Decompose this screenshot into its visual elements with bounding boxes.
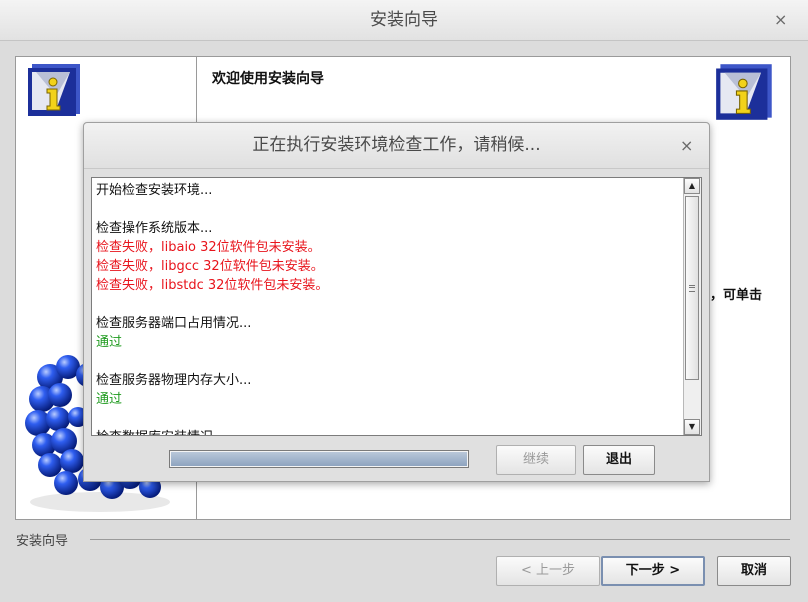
log-line: 检查操作系统版本... (96, 221, 213, 236)
group-divider (90, 539, 790, 540)
progress-fill (171, 452, 467, 466)
scrollbar-thumb[interactable] (685, 196, 699, 380)
info-icon (28, 64, 80, 116)
window-title-bar: 安装向导 × (0, 0, 808, 41)
log-line: 检查数据库安装情况 (96, 428, 681, 435)
log-line: 检查服务器物理内存大小... (96, 373, 252, 388)
log-line: 检查失败，libaio 32位软件包未安装。 (96, 240, 321, 255)
scroll-up-arrow-icon[interactable]: ▲ (684, 178, 700, 194)
log-line: 开始检查安装环境... (96, 183, 213, 198)
previous-button[interactable]: < 上一步 (496, 556, 600, 586)
log-lines: 开始检查安装环境... 检查操作系统版本... 检查失败，libaio 32位软件… (96, 181, 681, 435)
log-line: 通过 (96, 392, 123, 407)
window-close-icon[interactable]: × (774, 10, 787, 29)
check-log-textarea[interactable]: 开始检查安装环境... 检查操作系统版本... 检查失败，libaio 32位软件… (91, 177, 702, 436)
environment-check-dialog: 正在执行安装环境检查工作，请稍候... × 开始检查安装环境... 检查操作系统… (83, 122, 710, 482)
wizard-group-label: 安装向导 (16, 534, 69, 549)
dialog-title: 正在执行安装环境检查工作，请稍候... (252, 135, 541, 155)
dialog-close-icon[interactable]: × (680, 136, 693, 155)
window-title: 安装向导 (370, 10, 438, 30)
log-line: 检查服务器端口占用情况... (96, 316, 252, 331)
info-icon (716, 64, 772, 120)
dialog-title-bar: 正在执行安装环境检查工作，请稍候... × (84, 123, 709, 169)
log-line: 检查失败，libgcc 32位软件包未安装。 (96, 259, 324, 274)
welcome-heading: 欢迎使用安装向导 (212, 71, 324, 87)
log-line: 通过 (96, 335, 123, 350)
welcome-instruction-text: ，可单击 (710, 288, 763, 303)
continue-button[interactable]: 继续 (496, 445, 576, 475)
next-button[interactable]: 下一步 > (601, 556, 705, 586)
scroll-down-arrow-icon[interactable]: ▼ (684, 419, 700, 435)
log-scrollbar[interactable]: ▲ ▼ (683, 178, 701, 435)
log-line: 检查失败，libstdc 32位软件包未安装。 (96, 278, 329, 293)
check-progress-bar (169, 450, 469, 468)
cancel-button[interactable]: 取消 (717, 556, 791, 586)
exit-button[interactable]: 退出 (583, 445, 655, 475)
